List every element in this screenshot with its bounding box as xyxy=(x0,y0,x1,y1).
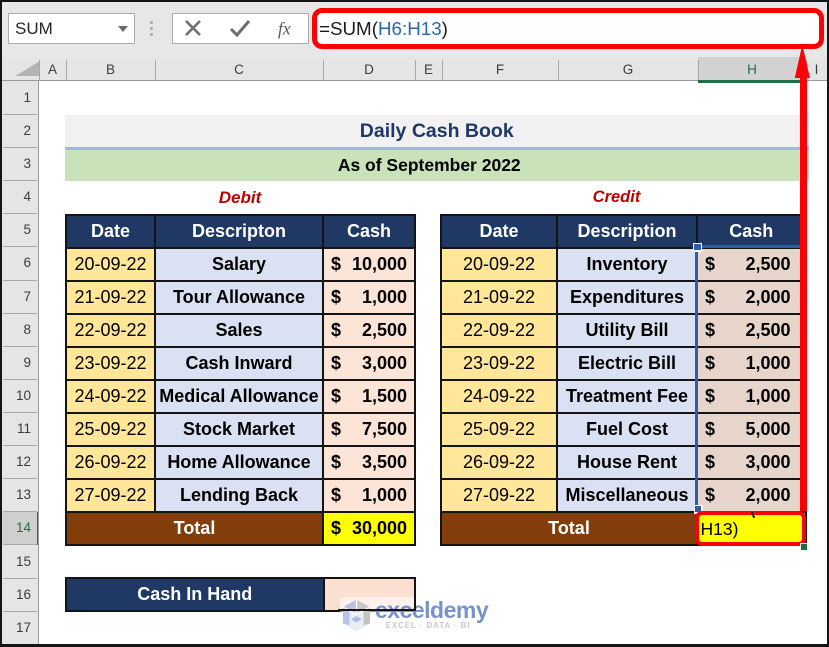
svg-text:EXCEL · DATA · BI: EXCEL · DATA · BI xyxy=(386,621,471,630)
svg-text:fx: fx xyxy=(278,19,291,39)
